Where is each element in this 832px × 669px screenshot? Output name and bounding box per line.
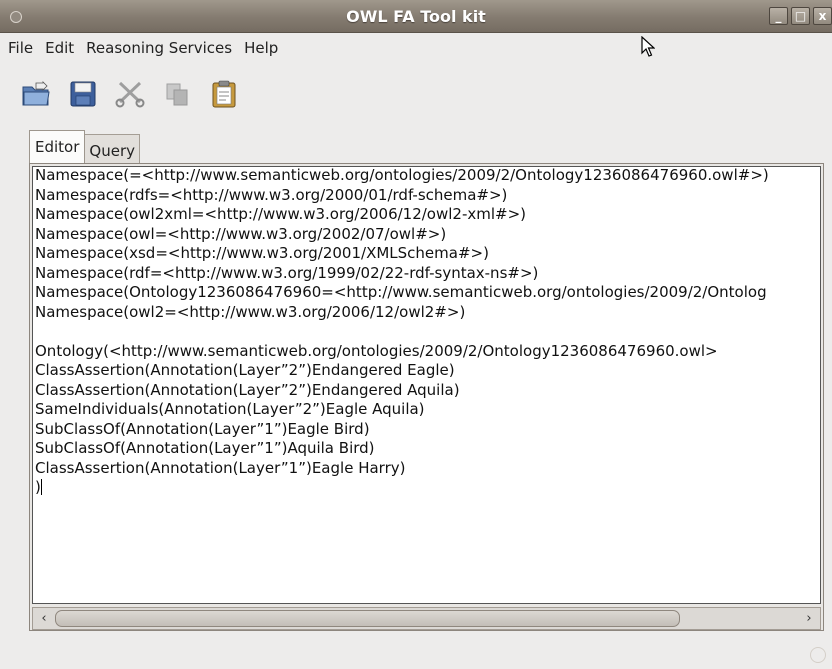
horizontal-scrollbar[interactable]: ‹ › bbox=[32, 607, 821, 630]
text-caret bbox=[40, 479, 42, 495]
maximize-button[interactable]: □ bbox=[791, 7, 810, 25]
code-line: SubClassOf(Annotation(Layer”1”)Aquila Bi… bbox=[35, 439, 375, 457]
code-line: Namespace(xsd=<http://www.w3.org/2001/XM… bbox=[35, 244, 489, 262]
save-icon[interactable] bbox=[67, 78, 99, 110]
toolbar bbox=[0, 66, 832, 122]
scroll-left-button[interactable]: ‹ bbox=[33, 608, 55, 629]
editor-textarea[interactable]: Namespace(=<http://www.semanticweb.org/o… bbox=[32, 166, 821, 604]
resize-grip-icon[interactable] bbox=[810, 647, 826, 663]
code-line: Namespace(Ontology1236086476960=<http://… bbox=[35, 283, 767, 301]
code-line: Namespace(rdfs=<http://www.w3.org/2000/0… bbox=[35, 185, 508, 204]
code-line: Namespace(owl=<http://www.w3.org/2002/07… bbox=[35, 224, 447, 243]
code-line: ClassAssertion(Annotation(Layer”2”)Endan… bbox=[35, 380, 460, 399]
scroll-right-button[interactable]: › bbox=[798, 608, 820, 629]
menu-reasoning-services[interactable]: Reasoning Services bbox=[80, 39, 238, 57]
title-bar: OWL FA Tool kit _ □ x bbox=[0, 0, 832, 33]
menu-bar: File Edit Reasoning Services Help bbox=[0, 33, 832, 63]
scrollbar-thumb[interactable] bbox=[55, 610, 680, 627]
cut-icon[interactable] bbox=[114, 78, 146, 110]
code-line: SameIndividuals(Annotation(Layer”2”)Eagl… bbox=[35, 400, 425, 418]
editor-content: Namespace(=<http://www.semanticweb.org/o… bbox=[35, 166, 769, 498]
code-line: Namespace(owl2xml=<http://www.w3.org/200… bbox=[35, 205, 527, 223]
menu-file[interactable]: File bbox=[0, 39, 39, 57]
code-line: Namespace(owl2=<http://www.w3.org/2006/1… bbox=[35, 302, 466, 321]
menu-help[interactable]: Help bbox=[238, 39, 284, 57]
mouse-cursor-icon bbox=[641, 35, 656, 62]
code-line: ClassAssertion(Annotation(Layer”2”)Endan… bbox=[35, 361, 455, 379]
window-controls: _ □ x bbox=[769, 7, 832, 25]
open-icon[interactable] bbox=[20, 78, 52, 110]
paste-icon[interactable] bbox=[208, 78, 240, 110]
minimize-button[interactable]: _ bbox=[769, 7, 788, 25]
code-line: SubClassOf(Annotation(Layer”1”)Eagle Bir… bbox=[35, 419, 370, 438]
code-line: ) bbox=[35, 478, 42, 496]
code-line: Namespace(=<http://www.semanticweb.org/o… bbox=[35, 166, 769, 184]
code-line: Namespace(rdf=<http://www.w3.org/1999/02… bbox=[35, 263, 539, 282]
tab-bar: Editor Query bbox=[29, 130, 140, 164]
tab-editor[interactable]: Editor bbox=[29, 130, 86, 164]
window-title: OWL FA Tool kit bbox=[346, 7, 486, 26]
close-button[interactable]: x bbox=[813, 7, 832, 25]
code-line: Ontology(<http://www.semanticweb.org/ont… bbox=[35, 341, 718, 360]
tab-query[interactable]: Query bbox=[85, 134, 140, 164]
menu-edit[interactable]: Edit bbox=[39, 39, 80, 57]
code-line: ClassAssertion(Annotation(Layer”1”)Eagle… bbox=[35, 458, 406, 477]
copy-icon[interactable] bbox=[161, 78, 193, 110]
